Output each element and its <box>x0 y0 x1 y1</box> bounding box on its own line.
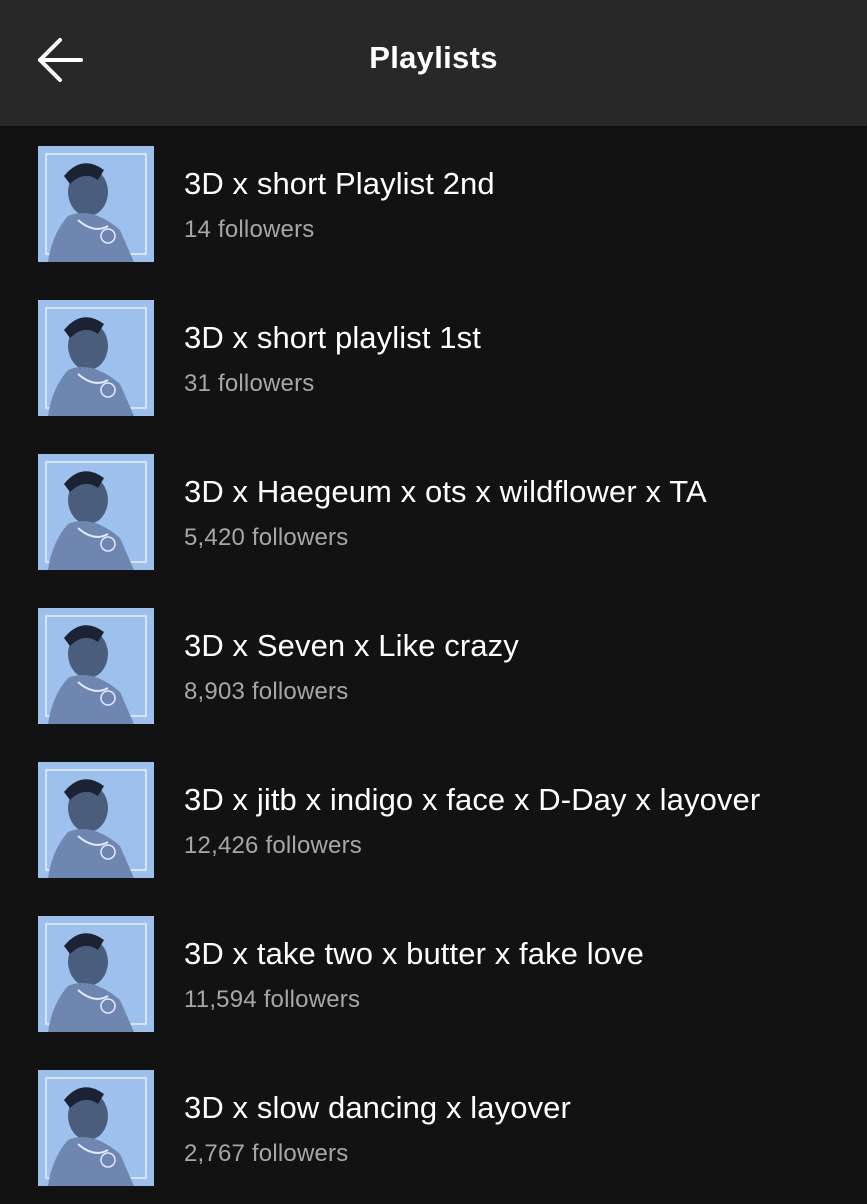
playlist-item[interactable]: 3D x Seven x Like crazy 8,903 followers <box>0 588 867 742</box>
playlist-followers: 8,903 followers <box>184 678 349 705</box>
playlist-title: 3D x Seven x Like crazy <box>184 628 519 663</box>
playlist-cover-image <box>38 300 154 416</box>
playlist-title: 3D x jitb x indigo x face x D-Day x layo… <box>184 782 761 817</box>
playlist-cover-image <box>38 454 154 570</box>
playlist-title: 3D x short Playlist 2nd <box>184 166 495 201</box>
playlist-followers: 12,426 followers <box>184 832 362 859</box>
playlist-followers: 2,767 followers <box>184 1140 349 1167</box>
playlist-item[interactable]: 3D x jitb x indigo x face x D-Day x layo… <box>0 742 867 896</box>
playlist-followers: 14 followers <box>184 216 315 243</box>
top-bar: Playlists <box>0 0 867 126</box>
playlist-cover-image <box>38 146 154 262</box>
playlist-item[interactable]: 3D x short Playlist 2nd 14 followers <box>0 126 867 280</box>
playlist-cover-image <box>38 608 154 724</box>
playlist-followers: 5,420 followers <box>184 524 349 551</box>
playlist-cover-image <box>38 1070 154 1186</box>
playlist-title: 3D x slow dancing x layover <box>184 1090 571 1125</box>
playlist-cover-image <box>38 762 154 878</box>
playlist-title: 3D x short playlist 1st <box>184 320 481 355</box>
page-title: Playlists <box>369 40 498 75</box>
playlist-item[interactable]: 3D x slow dancing x layover 2,767 follow… <box>0 1050 867 1204</box>
playlist-followers: 11,594 followers <box>184 986 361 1013</box>
playlist-cover-image <box>38 916 154 1032</box>
playlist-title: 3D x Haegeum x ots x wildflower x TA <box>184 474 707 509</box>
playlist-item[interactable]: 3D x short playlist 1st 31 followers <box>0 280 867 434</box>
playlist-title: 3D x take two x butter x fake love <box>184 936 644 971</box>
playlist-item[interactable]: 3D x take two x butter x fake love 11,59… <box>0 896 867 1050</box>
playlist-followers: 31 followers <box>184 370 315 397</box>
playlist-list: 3D x short Playlist 2nd 14 followers 3D … <box>0 126 867 1204</box>
playlist-item[interactable]: 3D x Haegeum x ots x wildflower x TA 5,4… <box>0 434 867 588</box>
